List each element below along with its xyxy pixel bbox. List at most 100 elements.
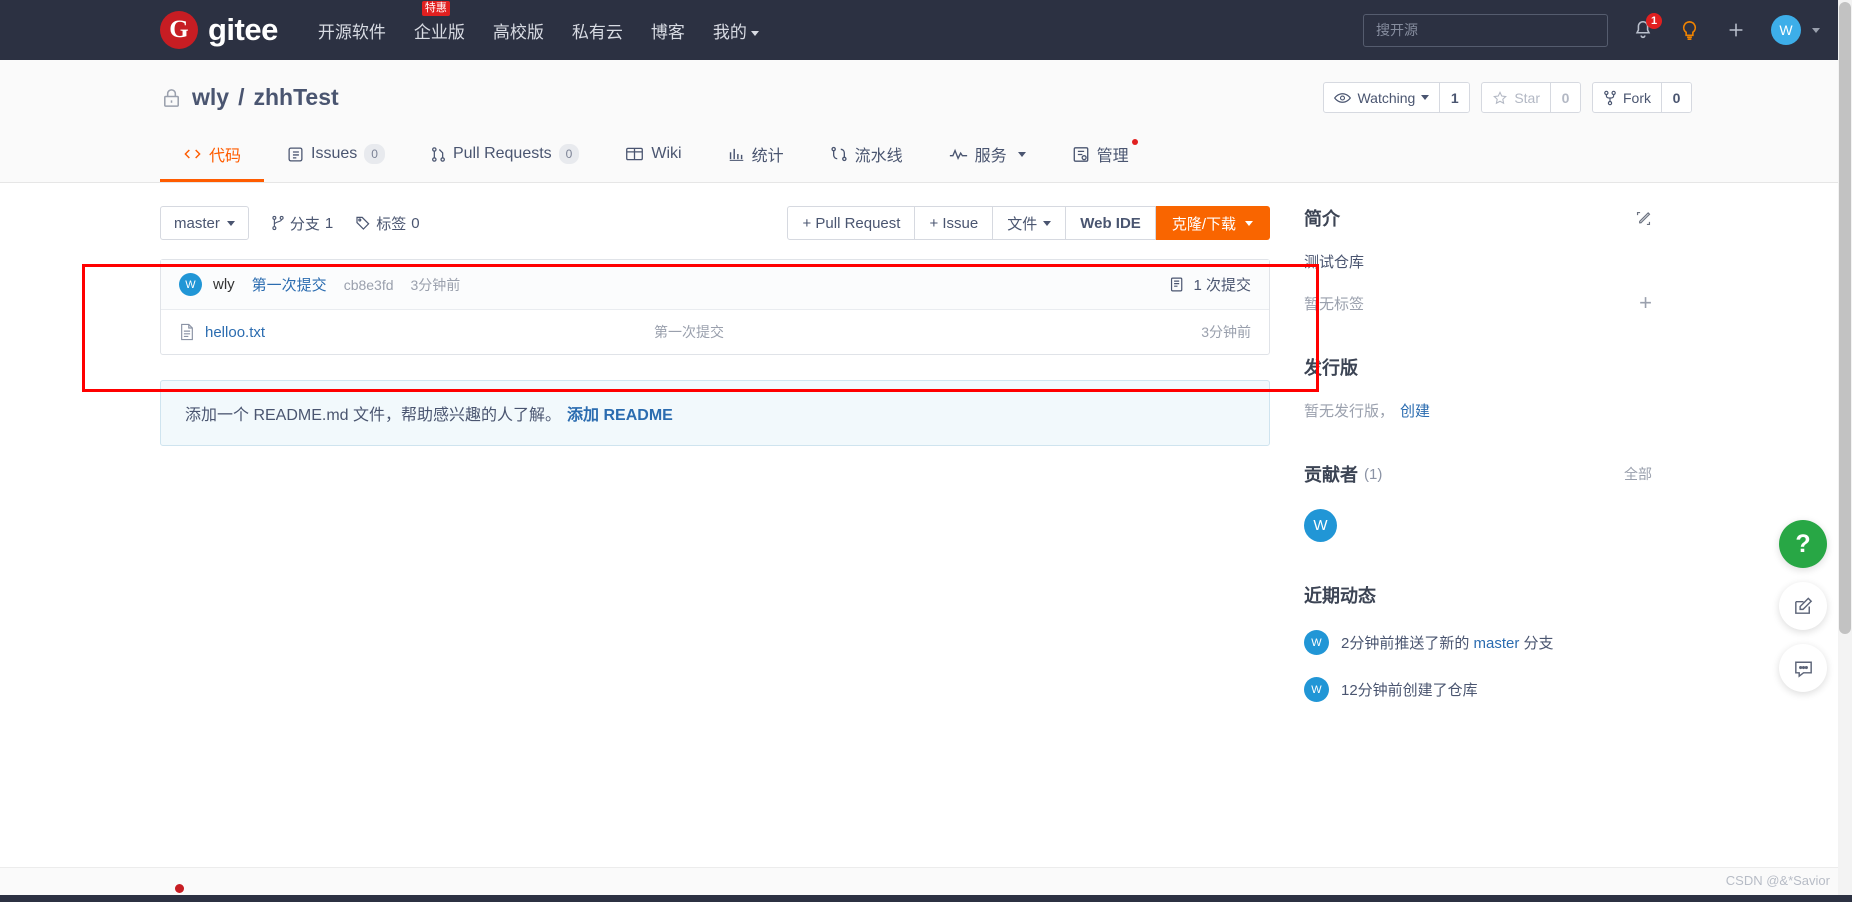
watch-count[interactable]: 1 <box>1439 83 1470 112</box>
star-button-group[interactable]: Star 0 <box>1481 82 1581 113</box>
tab-pipeline[interactable]: 流水线 <box>807 131 926 182</box>
star-count[interactable]: 0 <box>1550 83 1580 112</box>
feedback-edit-icon <box>1794 596 1812 614</box>
star-label: Star <box>1514 89 1540 106</box>
manage-notification-dot <box>1131 139 1138 145</box>
create-new-button[interactable] <box>1725 19 1747 41</box>
commit-author[interactable]: wly <box>213 276 235 293</box>
branches-link[interactable]: 分支 1 <box>271 213 333 234</box>
list-item[interactable]: W 2分钟前推送了新的 master 分支 <box>1304 630 1652 655</box>
star-button[interactable]: Star <box>1482 83 1550 112</box>
nav-link-label: 我的 <box>712 22 747 42</box>
edit-intro-button[interactable] <box>1635 210 1652 227</box>
watermark: CSDN @&*Savior <box>1725 873 1830 888</box>
add-tag-button[interactable]: + <box>1639 292 1652 314</box>
contributors-count: (1) <box>1364 465 1383 483</box>
fork-count[interactable]: 0 <box>1661 83 1691 112</box>
fork-label: Fork <box>1623 89 1651 106</box>
nav-link-privatecloud[interactable]: 私有云 <box>572 18 623 43</box>
tab-pull-requests[interactable]: Pull Requests 0 <box>408 131 602 182</box>
file-modified-time: 3分钟前 <box>1201 324 1251 340</box>
service-icon <box>949 148 967 161</box>
file-commit-message[interactable]: 第一次提交 <box>654 322 724 342</box>
gitee-logo[interactable]: G gitee <box>160 11 278 49</box>
fork-button-group[interactable]: Fork 0 <box>1592 82 1692 113</box>
tab-manage[interactable]: 管理 <box>1049 131 1152 182</box>
commit-message[interactable]: 第一次提交 <box>252 274 327 295</box>
new-pull-request-button[interactable]: + Pull Request <box>787 206 916 240</box>
tab-label: 管理 <box>1096 148 1129 165</box>
commit-count-label: 1 次提交 <box>1193 277 1251 294</box>
contributors-title: 贡献者 <box>1304 465 1358 485</box>
branch-selector-label: master <box>174 214 220 232</box>
lightbulb-icon <box>1682 20 1697 40</box>
page-body: master 分支 1 标签 0 + Pull Request + Issue … <box>0 183 1852 742</box>
nav-link-enterprise[interactable]: 特惠 企业版 <box>414 0 465 43</box>
manage-icon <box>1073 146 1089 162</box>
nav-link-opensource[interactable]: 开源软件 <box>318 18 386 43</box>
chevron-down-icon <box>750 30 759 36</box>
page-scrollbar-thumb[interactable] <box>1839 2 1851 634</box>
add-readme-link[interactable]: 添加 README <box>567 407 673 424</box>
commit-history-link[interactable]: 1 次提交 <box>1169 274 1251 295</box>
tab-code[interactable]: 代码 <box>160 131 265 182</box>
branch-selector[interactable]: master <box>160 206 249 240</box>
list-item[interactable]: W 12分钟前创建了仓库 <box>1304 677 1652 702</box>
repo-owner-link[interactable]: wly <box>192 84 229 111</box>
sidebar-section-intro: 简介 测试仓库 暂无标签 + <box>1304 205 1652 314</box>
tags-link[interactable]: 标签 0 <box>355 213 420 234</box>
feedback-button[interactable] <box>1779 582 1827 630</box>
contributor-avatar[interactable]: W <box>1304 509 1337 542</box>
code-icon <box>184 149 201 159</box>
notifications-button[interactable]: 1 <box>1632 13 1662 41</box>
sidebar-column: 简介 测试仓库 暂无标签 + 发行版 暂无发行版， 创建 贡献者 (1) 全部 … <box>1304 205 1652 742</box>
edit-icon <box>1636 211 1651 225</box>
new-issue-button[interactable]: + Issue <box>915 206 994 240</box>
page-scrollbar-track[interactable] <box>1838 0 1852 902</box>
bottom-bar <box>0 895 1852 902</box>
chat-button[interactable] <box>1779 644 1827 692</box>
nav-link-label: 开源软件 <box>317 22 386 42</box>
sidebar-section-activity: 近期动态 W 2分钟前推送了新的 master 分支 W 12分钟前创建了仓库 <box>1304 582 1652 702</box>
ideas-button[interactable] <box>1678 19 1701 42</box>
table-row[interactable]: helloo.txt 第一次提交 3分钟前 <box>161 310 1269 354</box>
help-button[interactable]: ? <box>1779 520 1827 568</box>
user-menu-button[interactable]: W <box>1771 15 1820 45</box>
watch-button[interactable]: Watching <box>1324 83 1439 112</box>
tab-services[interactable]: 服务 <box>926 131 1049 182</box>
clone-download-button[interactable]: 克隆/下载 <box>1155 206 1270 240</box>
file-menu-button[interactable]: 文件 <box>993 206 1067 240</box>
file-name-link[interactable]: helloo.txt <box>205 324 265 341</box>
watch-label: Watching <box>1357 89 1416 106</box>
activity-text: 12分钟前创建了仓库 <box>1341 679 1478 700</box>
repository-toolbar: master 分支 1 标签 0 + Pull Request + Issue … <box>160 205 1270 241</box>
commit-sha[interactable]: cb8e3fd <box>344 277 394 293</box>
tab-statistics[interactable]: 统计 <box>705 131 807 182</box>
fork-button[interactable]: Fork <box>1593 83 1661 112</box>
web-ide-button[interactable]: Web IDE <box>1066 206 1156 240</box>
all-contributors-link[interactable]: 全部 <box>1624 464 1652 484</box>
watch-button-group[interactable]: Watching 1 <box>1323 82 1471 113</box>
nav-link-education[interactable]: 高校版 <box>493 18 544 43</box>
intro-heading-row: 简介 <box>1304 205 1652 231</box>
activity-prefix: 12分钟前创建了仓库 <box>1341 682 1478 699</box>
fork-icon <box>1604 90 1616 105</box>
branch-icon <box>272 215 284 231</box>
nav-link-blog[interactable]: 博客 <box>651 18 685 43</box>
gitee-repository-page: G gitee 开源软件 特惠 企业版 高校版 私有云 博客 我的 搜开源 1 … <box>0 0 1852 902</box>
repo-name-link[interactable]: zhhTest <box>253 84 338 111</box>
clone-download-label: 克隆/下载 <box>1171 215 1236 233</box>
create-release-link[interactable]: 创建 <box>1400 400 1430 421</box>
search-input[interactable] <box>1363 13 1608 47</box>
intro-description: 测试仓库 <box>1304 254 1365 271</box>
nav-link-mine[interactable]: 我的 <box>713 18 759 43</box>
chart-icon <box>729 148 743 161</box>
tab-wiki[interactable]: Wiki <box>602 131 704 182</box>
tab-label: Pull Requests <box>452 145 552 162</box>
avatar: W <box>1304 630 1329 655</box>
eye-icon <box>1334 92 1352 103</box>
plus-icon <box>1729 23 1743 37</box>
tab-issues[interactable]: Issues 0 <box>264 131 408 182</box>
activity-highlight[interactable]: master <box>1474 635 1520 652</box>
latest-commit-row: W wly 第一次提交 cb8e3fd 3分钟前 1 次提交 <box>161 260 1269 310</box>
